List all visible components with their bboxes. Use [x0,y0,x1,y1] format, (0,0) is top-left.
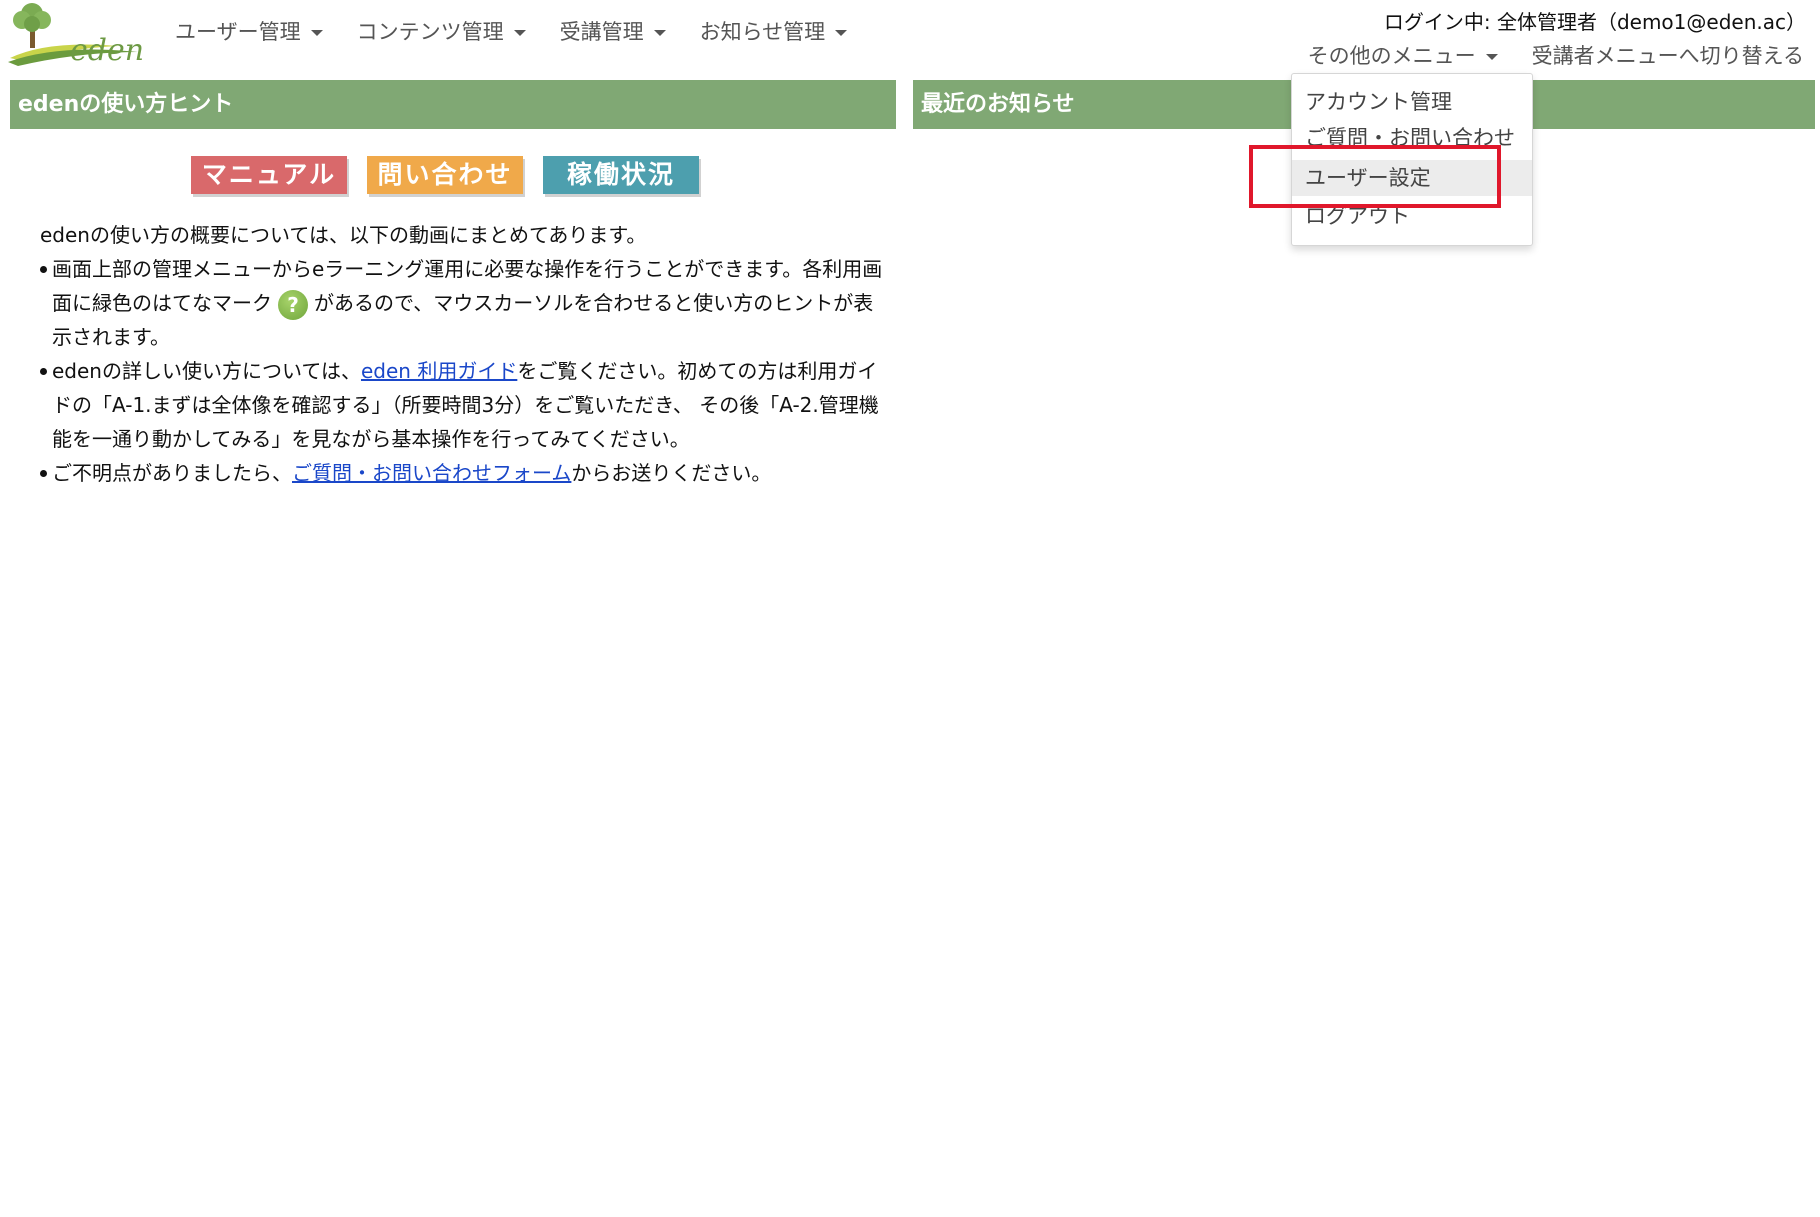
nav-label: お知らせ管理 [699,20,826,44]
other-menu-toggle[interactable]: その他のメニュー [1308,40,1498,70]
list-item: ご不明点がありましたら、ご質問・お問い合わせフォームからお送りください。 [40,456,890,490]
page: eden ユーザー管理 コンテンツ管理 受講管理 お知らせ管理 ログイン中: 全… [0,0,1820,1217]
caret-down-icon [310,29,323,36]
highlight-annotation [1249,145,1501,208]
switch-to-learner-link[interactable]: 受講者メニューへ切り替える [1532,40,1804,70]
caret-down-icon [835,29,848,36]
manual-button[interactable]: マニュアル [191,156,347,194]
nav-content-management[interactable]: コンテンツ管理 [357,16,526,46]
main-nav: ユーザー管理 コンテンツ管理 受講管理 お知らせ管理 [175,16,848,46]
caret-down-icon [1485,53,1498,60]
menu-item-account-management[interactable]: アカウント管理 [1292,84,1532,120]
list-item: edenの詳しい使い方については、eden 利用ガイドをご覧ください。初めての方… [40,354,890,456]
hints-panel-header: edenの使い方ヒント [10,80,896,129]
switch-label: 受講者メニューへ切り替える [1531,44,1804,68]
right-nav: その他のメニュー 受講者メニューへ切り替える [1308,40,1804,70]
nav-label: ユーザー管理 [175,20,301,44]
caret-down-icon [513,29,526,36]
hints-intro: edenの使い方の概要については、以下の動画にまとめてあります。 [40,223,647,247]
nav-user-management[interactable]: ユーザー管理 [175,16,323,46]
tree-logo-icon: eden [8,3,144,68]
nav-course-management[interactable]: 受講管理 [560,16,666,46]
bullet2-text-a: edenの詳しい使い方については、 [52,359,361,383]
inquiry-form-link[interactable]: ご質問・お問い合わせフォーム [292,461,571,485]
hints-content: edenの使い方の概要については、以下の動画にまとめてあります。 画面上部の管理… [40,218,890,490]
eden-logo[interactable]: eden [8,0,148,68]
hints-list: 画面上部の管理メニューからeラーニング運用に必要な操作を行うことができます。各利… [40,252,890,490]
bullet3-text-a: ご不明点がありましたら、 [52,461,292,485]
login-info: ログイン中: 全体管理者（demo1@eden.ac） [1383,10,1806,34]
hint-buttons: マニュアル 問い合わせ 稼働状況 [191,156,699,194]
usage-guide-link[interactable]: eden 利用ガイド [361,359,517,383]
nav-label: 受講管理 [559,20,644,44]
bullet3-text-b: からお送りください。 [571,461,772,485]
contact-button[interactable]: 問い合わせ [367,156,523,194]
status-button[interactable]: 稼働状況 [543,156,699,194]
list-item: 画面上部の管理メニューからeラーニング運用に必要な操作を行うことができます。各利… [40,252,890,354]
question-mark-icon: ? [278,289,308,320]
nav-label: コンテンツ管理 [356,20,504,44]
caret-down-icon [653,29,666,36]
other-menu-label: その他のメニュー [1307,44,1476,68]
nav-notice-management[interactable]: お知らせ管理 [700,16,848,46]
bullet-icon [40,266,47,273]
svg-text:eden: eden [70,33,144,66]
bullet-icon [40,470,47,477]
bullet-icon [40,368,47,375]
